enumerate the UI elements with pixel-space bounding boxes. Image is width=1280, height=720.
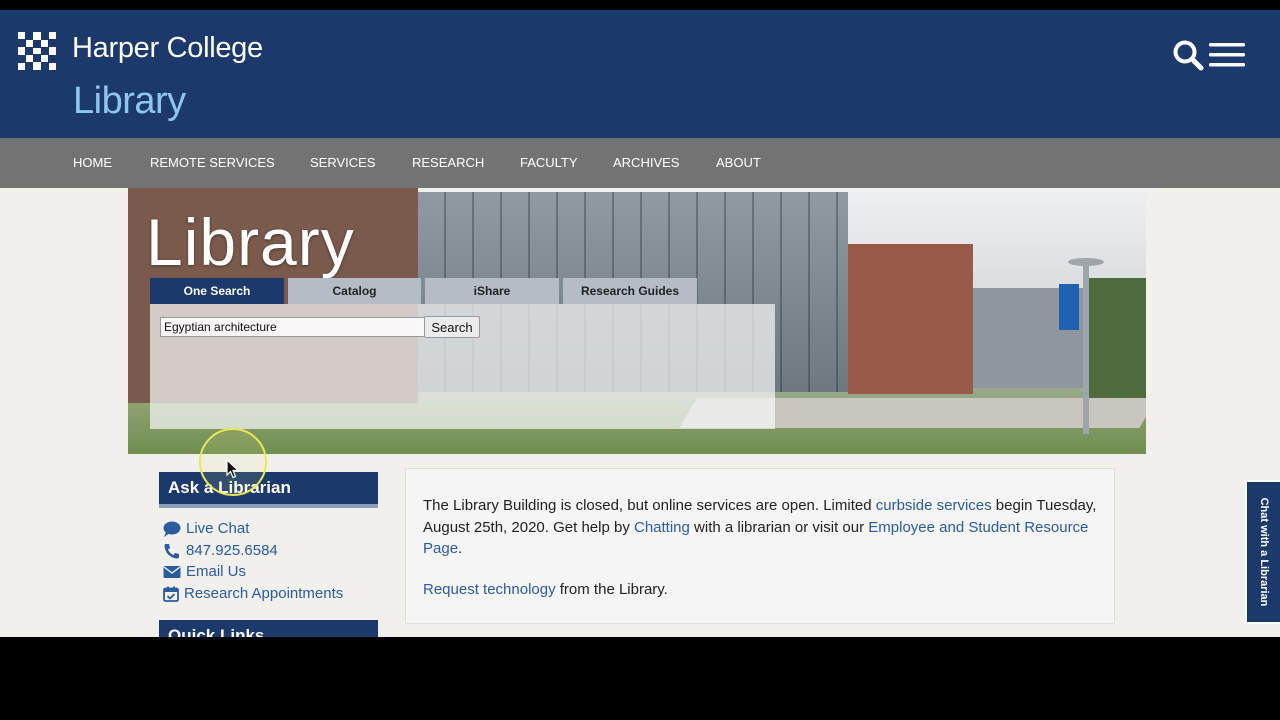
curbside-services-link[interactable]: curbside services [876,497,992,514]
harper-logo-icon[interactable] [18,32,56,70]
email-link[interactable]: Email Us [163,563,246,580]
ask-a-librarian-header: Ask a Librarian [159,472,378,508]
tab-one-search[interactable]: One Search [150,278,284,304]
live-chat-label: Live Chat [186,520,250,537]
tab-research-guides[interactable]: Research Guides [563,278,697,304]
phone-link[interactable]: 847.925.6584 [163,542,278,559]
envelope-icon [163,565,181,578]
nav-archives[interactable]: ARCHIVES [613,138,679,188]
nav-faculty[interactable]: FACULTY [520,138,578,188]
trees [1088,278,1146,398]
chat-with-librarian-tab[interactable]: Chat with a Librarian [1245,480,1280,624]
main-nav: HOME REMOTE SERVICES SERVICES RESEARCH F… [0,138,1280,188]
calendar-check-icon [163,586,179,602]
nav-home[interactable]: HOME [73,138,112,188]
site-title[interactable]: Library [73,80,186,123]
quick-links-header: Quick Links [159,620,378,637]
phone-icon [164,543,179,558]
tab-ishare[interactable]: iShare [425,278,559,304]
chat-tab-label: Chat with a Librarian [1257,497,1270,607]
mouse-cursor-icon [226,459,240,479]
live-chat-link[interactable]: Live Chat [163,520,249,537]
phone-label: 847.925.6584 [186,542,278,559]
library-notice: The Library Building is closed, but onli… [405,468,1115,624]
nav-about[interactable]: ABOUT [716,138,761,188]
nav-services[interactable]: SERVICES [310,138,376,188]
tab-catalog[interactable]: Catalog [288,278,421,304]
hamburger-menu-icon[interactable] [1209,42,1245,68]
lamp-banner [1059,284,1079,330]
site-header: Harper College Library [0,10,1280,138]
building-brick-tower [848,244,973,394]
research-appointments-label: Research Appointments [184,585,344,602]
hero-title: Library [146,205,355,279]
search-button[interactable]: Search [424,316,480,338]
search-panel: Search [150,304,775,429]
chatting-link[interactable]: Chatting [634,519,690,536]
search-icon[interactable] [1172,39,1204,71]
notice-text: The Library Building is closed, but onli… [423,497,1097,557]
nav-remote-services[interactable]: REMOTE SERVICES [150,138,275,188]
nav-research[interactable]: RESEARCH [412,138,484,188]
page: Harper College Library HOME REMOTE SERVI… [0,10,1280,637]
email-label: Email Us [186,563,247,580]
college-name[interactable]: Harper College [72,32,263,65]
chat-bubble-icon [163,521,181,537]
lamp-post [1083,258,1089,434]
search-input[interactable] [160,317,426,337]
research-appointments-link[interactable]: Research Appointments [163,585,343,602]
request-technology-link[interactable]: Request technology [423,581,556,598]
notice-technology: Request technology from the Library. [423,581,668,598]
